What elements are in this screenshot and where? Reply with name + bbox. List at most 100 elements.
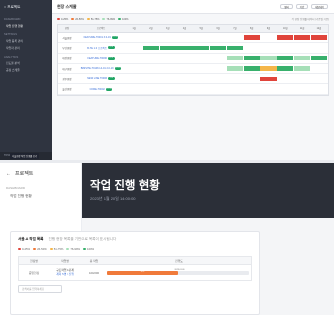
table-row[interactable]: 대전현장 FEATURE-T0096 진행 (58, 54, 328, 64)
task-meta: 계획 5명 / 진행 (56, 271, 74, 276)
status-badge: 진행 (108, 46, 115, 50)
sidebar-section-label: DASHBOARD (4, 18, 21, 21)
legend-item: 51-75% (49, 247, 63, 251)
sidebar-item-progress[interactable]: 작업 진행 현황 (0, 22, 52, 29)
grid-col-month: 11월 (299, 28, 305, 30)
row-site: 서울현장 (62, 36, 72, 40)
page-title: 현장 스케줄 필터 기간 내보내기 (52, 0, 334, 14)
grid-col-month: 3월 (166, 28, 170, 30)
bottom-screenshot: ← 프로젝트 DASHBOARD 작업 진행 현황 작업 진행 현황 2023년… (0, 163, 334, 315)
sidebar-title[interactable]: ○ 프로젝트 (0, 0, 52, 14)
row-project[interactable]: FEATURE-T0096 진행 (76, 56, 126, 60)
sidebar-item-workers[interactable]: 작업자 관리 (0, 44, 52, 51)
grid-col-month: 8월 (250, 28, 254, 30)
grid-col-month: 9월 (266, 28, 271, 30)
legend-item: 100% (83, 247, 94, 251)
col-task: 작업명 (61, 259, 69, 263)
col-site: 현장명 (30, 259, 38, 263)
progress-bar: 50% (107, 271, 249, 275)
filter-button[interactable]: 필터 (280, 4, 293, 9)
row-project[interactable]: B-TE 1.0 프로젝트 진행 (76, 46, 126, 50)
grid-col-month: 5월 (199, 28, 204, 30)
grid-header: 현장 프로젝트 1월 2월 3월 4월 5월 6월 7월 8월 9월 10월 1… (58, 25, 328, 33)
table-header: 현장명 작업명 총 작업 진행도 (19, 257, 251, 265)
sidebar-section-label: ANALYTICS (4, 55, 19, 59)
legend: 0-25% 26-50% 51-75% 76-99% 100% 각 현장 진행률… (52, 14, 334, 24)
legend-item: 51-75% (86, 18, 99, 21)
task-card: 서울-A 작업 목록 진행 현장 목록을 기반으로 목록이 표시됩니다 0-25… (10, 231, 260, 315)
grid-col-month: 10월 (282, 28, 288, 30)
grid-col-month: 7월 (233, 28, 237, 30)
row-site: 부산현장 (62, 46, 72, 50)
row-project[interactable]: BIMSITE-T0106 L0-01 2.0-19 진행 (76, 67, 126, 71)
schedule-grid: 현장 프로젝트 1월 2월 3월 4월 5월 6월 7월 8월 9월 10월 1… (57, 24, 329, 96)
status-badge: 진행 (107, 56, 115, 60)
page-subtitle: 2023년 1월 20일 14:00:00 (90, 196, 136, 201)
sidebar-item-progress[interactable]: 작업 진행 현황 (0, 192, 81, 201)
sidebar-section-label: SETTINGS (4, 33, 17, 37)
legend-item: 76-99% (66, 247, 80, 251)
row-total: 100/200 (88, 270, 100, 275)
menu-toggle[interactable]: ← 프로젝트 (0, 163, 81, 184)
row-cells (126, 87, 328, 92)
row-site: 광주현장 (62, 77, 72, 81)
header-actions: 필터 기간 내보내기 (280, 4, 328, 9)
legend-item: 76-99% (102, 18, 115, 21)
tooltip: 서울현장 작업 진행률 보기 (10, 153, 40, 159)
export-button[interactable]: 내보내기 (311, 4, 328, 9)
table-row[interactable]: 대구현장 BIMSITE-T0106 L0-01 2.0-19 진행 (58, 64, 328, 75)
menu-title: 프로젝트 (15, 171, 34, 177)
grid-col-month: 4월 (182, 28, 187, 30)
legend-item: 26-50% (71, 18, 84, 21)
row-cells (126, 55, 328, 61)
table-row[interactable]: 부산현장 B-TE 1.0 프로젝트 진행 (58, 43, 328, 54)
table-row[interactable]: 광주현장 NEW LINE T0006 진행 (58, 74, 328, 85)
legend-item: 100% (118, 18, 129, 21)
row-site: 대전현장 (62, 57, 72, 61)
row-project[interactable]: CORE-T0002 진행 (76, 87, 126, 91)
sidebar-item-schedule[interactable]: 공정 스케줄 (0, 67, 52, 74)
status-badge: 진행 (111, 36, 119, 40)
grid-col-project: 프로젝트 (96, 27, 106, 30)
col-progress: 진행도 (175, 259, 183, 263)
grid-col-month: 6월 (216, 28, 220, 30)
row-project[interactable]: NEW LINE T0006 진행 (76, 77, 126, 81)
hero-banner: 작업 진행 현황 2023년 1월 20일 14:00:00 (82, 163, 334, 218)
row-cells (126, 45, 328, 51)
legend-item: 26-50% (33, 247, 47, 251)
top-screenshot: ○ 프로젝트 DASHBOARD 작업 진행 현황 SETTINGS 작업 등록… (0, 0, 334, 160)
grid-month-headers: 1월 2월 3월 4월 5월 6월 7월 8월 9월 10월 11월 12월 (126, 25, 328, 32)
legend-note: 각 현장 진행률 데이터 (기준일 기준) (291, 18, 329, 21)
progress-cell: 2023.01.09 50% (107, 268, 251, 277)
col-total: 총 작업 (89, 259, 99, 263)
schedule-panel: 현장 스케줄 필터 기간 내보내기 0-25% 26-50% 51-75% 76… (52, 0, 334, 160)
table-row[interactable]: 서울현장 FEATURE-T0001 3.0-19 진행 (58, 33, 328, 44)
grid-col-site: 현장 (64, 28, 70, 30)
page-title: 작업 진행 현황 (90, 180, 160, 192)
sidebar-item-task-register[interactable]: 작업 등록 관리 (0, 37, 52, 44)
legend: 0-25% 26-50% 51-75% 76-99% 100% (11, 245, 259, 253)
table-row[interactable]: 중앙현장 구조작업 1단계 계획 5명 / 진행 100/200 2023.01… (19, 265, 251, 280)
legend-item: 0-25% (57, 18, 68, 21)
row-site: 울산현장 (62, 88, 72, 92)
sidebar-item-analysis[interactable]: 진도율 분석 (0, 60, 52, 67)
row-cells (126, 66, 328, 71)
row-cells (126, 35, 328, 40)
sidebar: ○ 프로젝트 DASHBOARD 작업 진행 현황 SETTINGS 작업 등록… (0, 0, 52, 160)
sidebar-section-label: DASHBOARD (6, 186, 26, 190)
card-title: 서울-A 작업 목록 (18, 237, 44, 241)
grid-col-month: 1월 (132, 28, 136, 30)
back-arrow-icon[interactable]: ← (6, 171, 11, 177)
task-table: 현장명 작업명 총 작업 진행도 중앙현장 구조작업 1단계 계획 5명 / 진… (18, 256, 252, 281)
row-cells (126, 76, 328, 82)
period-button[interactable]: 기간 (295, 4, 309, 9)
search-input[interactable]: 검색어를 입력하세요 (18, 285, 62, 293)
row-project[interactable]: FEATURE-T0001 3.0-19 진행 (76, 36, 126, 40)
row-site: 중앙현장 (28, 270, 40, 275)
row-task[interactable]: 구조작업 1단계 계획 5명 / 진행 (49, 268, 81, 276)
grid-col-month: 2월 (149, 28, 153, 30)
table-row[interactable]: 울산현장 CORE-T0002 진행 (58, 84, 328, 95)
progress-fill: 50% (107, 271, 178, 275)
status-badge: 진행 (108, 77, 115, 81)
card-header: 서울-A 작업 목록 진행 현장 목록을 기반으로 목록이 표시됩니다 (11, 232, 259, 245)
